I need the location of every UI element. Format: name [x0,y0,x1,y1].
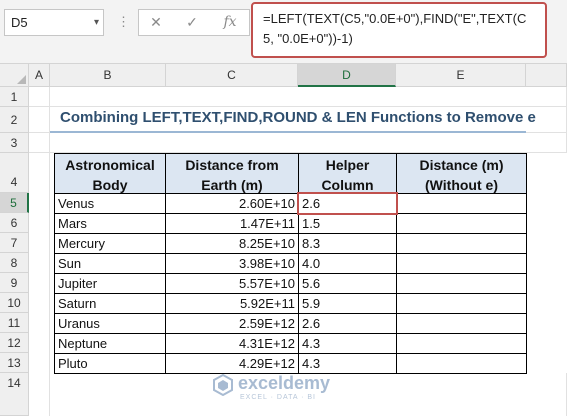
row-header-12[interactable]: 12 [0,333,29,353]
cancel-icon[interactable]: ✕ [143,10,169,35]
name-box[interactable]: D5 ▾ [4,9,104,36]
table-cell-helper[interactable]: 1.5 [298,213,397,234]
row-header-9[interactable]: 9 [0,273,29,293]
table-cell-distance[interactable]: 2.60E+10 [165,193,299,214]
column-header-b[interactable]: B [50,64,166,87]
table-cell-result[interactable] [396,353,527,374]
row-header-2[interactable]: 2 [0,107,29,133]
watermark-tagline: EXCEL · DATA · BI [240,394,316,401]
table-cell-result[interactable] [396,273,527,294]
more-icon: ⋮ [117,14,130,29]
watermark-name: exceldemy [238,373,331,393]
table-cell-body[interactable]: Uranus [54,313,166,334]
formula-buttons: ✕ ✓ fx [138,9,250,36]
sheet-title: Combining LEFT,TEXT,FIND,ROUND & LEN Fun… [60,109,536,126]
column-f-cells[interactable] [526,87,567,416]
table-cell-body[interactable]: Mercury [54,233,166,254]
column-header-c[interactable]: C [166,64,298,87]
table-cell-helper[interactable]: 2.6 [298,313,397,334]
table-cell-result[interactable] [396,253,527,274]
formula-bar-area: D5 ▾ ⋮ ✕ ✓ fx =LEFT(TEXT(C5,"0.0E+0"),FI… [0,0,567,64]
table-cell-helper[interactable]: 5.9 [298,293,397,314]
table-cell-body[interactable]: Neptune [54,333,166,354]
table-cell-helper[interactable]: 5.6 [298,273,397,294]
row-header-1[interactable]: 1 [0,87,29,107]
row-header-6[interactable]: 6 [0,213,29,233]
enter-icon[interactable]: ✓ [179,10,205,35]
column-header-e[interactable]: E [396,64,526,87]
table-cell-distance[interactable]: 1.47E+11 [165,213,299,234]
name-box-value: D5 [11,15,28,30]
row-header-4[interactable]: 4 [0,153,29,193]
table-cell-distance[interactable]: 4.31E+12 [165,333,299,354]
table-cell-result[interactable] [396,193,527,214]
exceldemy-watermark: exceldemy EXCEL · DATA · BI [212,370,362,404]
column-a-cells[interactable] [29,87,50,416]
table-cell-distance[interactable]: 5.57E+10 [165,273,299,294]
table-cell-result[interactable] [396,293,527,314]
table-cell-result[interactable] [396,233,527,254]
select-all-button[interactable] [0,64,29,87]
table-cell-distance[interactable]: 3.98E+10 [165,253,299,274]
header-astronomical-body[interactable]: Astronomical Body [54,153,166,194]
sheet-row-1[interactable] [29,87,567,107]
row-header-11[interactable]: 11 [0,313,29,333]
table-cell-helper[interactable]: 4.0 [298,253,397,274]
row-header-14[interactable]: 14 [0,373,29,416]
header-helper-column[interactable]: Helper Column [298,153,397,194]
title-underline [50,131,526,133]
insert-function-icon[interactable]: fx [217,10,243,35]
row-header-7[interactable]: 7 [0,233,29,253]
row-header-10[interactable]: 10 [0,293,29,313]
table-cell-helper[interactable]: 8.3 [298,233,397,254]
table-cell-result[interactable] [396,313,527,334]
row-header-13[interactable]: 13 [0,353,29,373]
table-cell-body[interactable]: Jupiter [54,273,166,294]
table-cell-helper[interactable]: 4.3 [298,333,397,354]
header-distance[interactable]: Distance from Earth (m) [165,153,299,194]
header-distance-without-e[interactable]: Distance (m) (Without e) [396,153,527,194]
chevron-down-icon[interactable]: ▾ [94,10,99,35]
table-cell-result[interactable] [396,333,527,354]
row-header-3[interactable]: 3 [0,133,29,153]
formula-input[interactable]: =LEFT(TEXT(C5,"0.0E+0"),FIND("E",TEXT(C5… [251,2,547,58]
table-cell-distance[interactable]: 5.92E+11 [165,293,299,314]
table-cell-body[interactable]: Venus [54,193,166,214]
table-cell-body[interactable]: Saturn [54,293,166,314]
sheet-row-3[interactable] [29,133,567,153]
table-cell-body[interactable]: Mars [54,213,166,234]
table-cell-result[interactable] [396,213,527,234]
column-header-d[interactable]: D [298,64,396,87]
table-cell-body[interactable]: Sun [54,253,166,274]
table-cell-body[interactable]: Pluto [54,353,166,374]
exceldemy-logo-icon [213,374,233,396]
table-cell-distance[interactable]: 2.59E+12 [165,313,299,334]
row-header-8[interactable]: 8 [0,253,29,273]
column-header-f[interactable] [526,64,567,87]
table-cell-distance[interactable]: 8.25E+10 [165,233,299,254]
row-header-5[interactable]: 5 [0,193,29,213]
active-cell-selection [297,192,398,215]
column-header-a[interactable]: A [29,64,50,87]
